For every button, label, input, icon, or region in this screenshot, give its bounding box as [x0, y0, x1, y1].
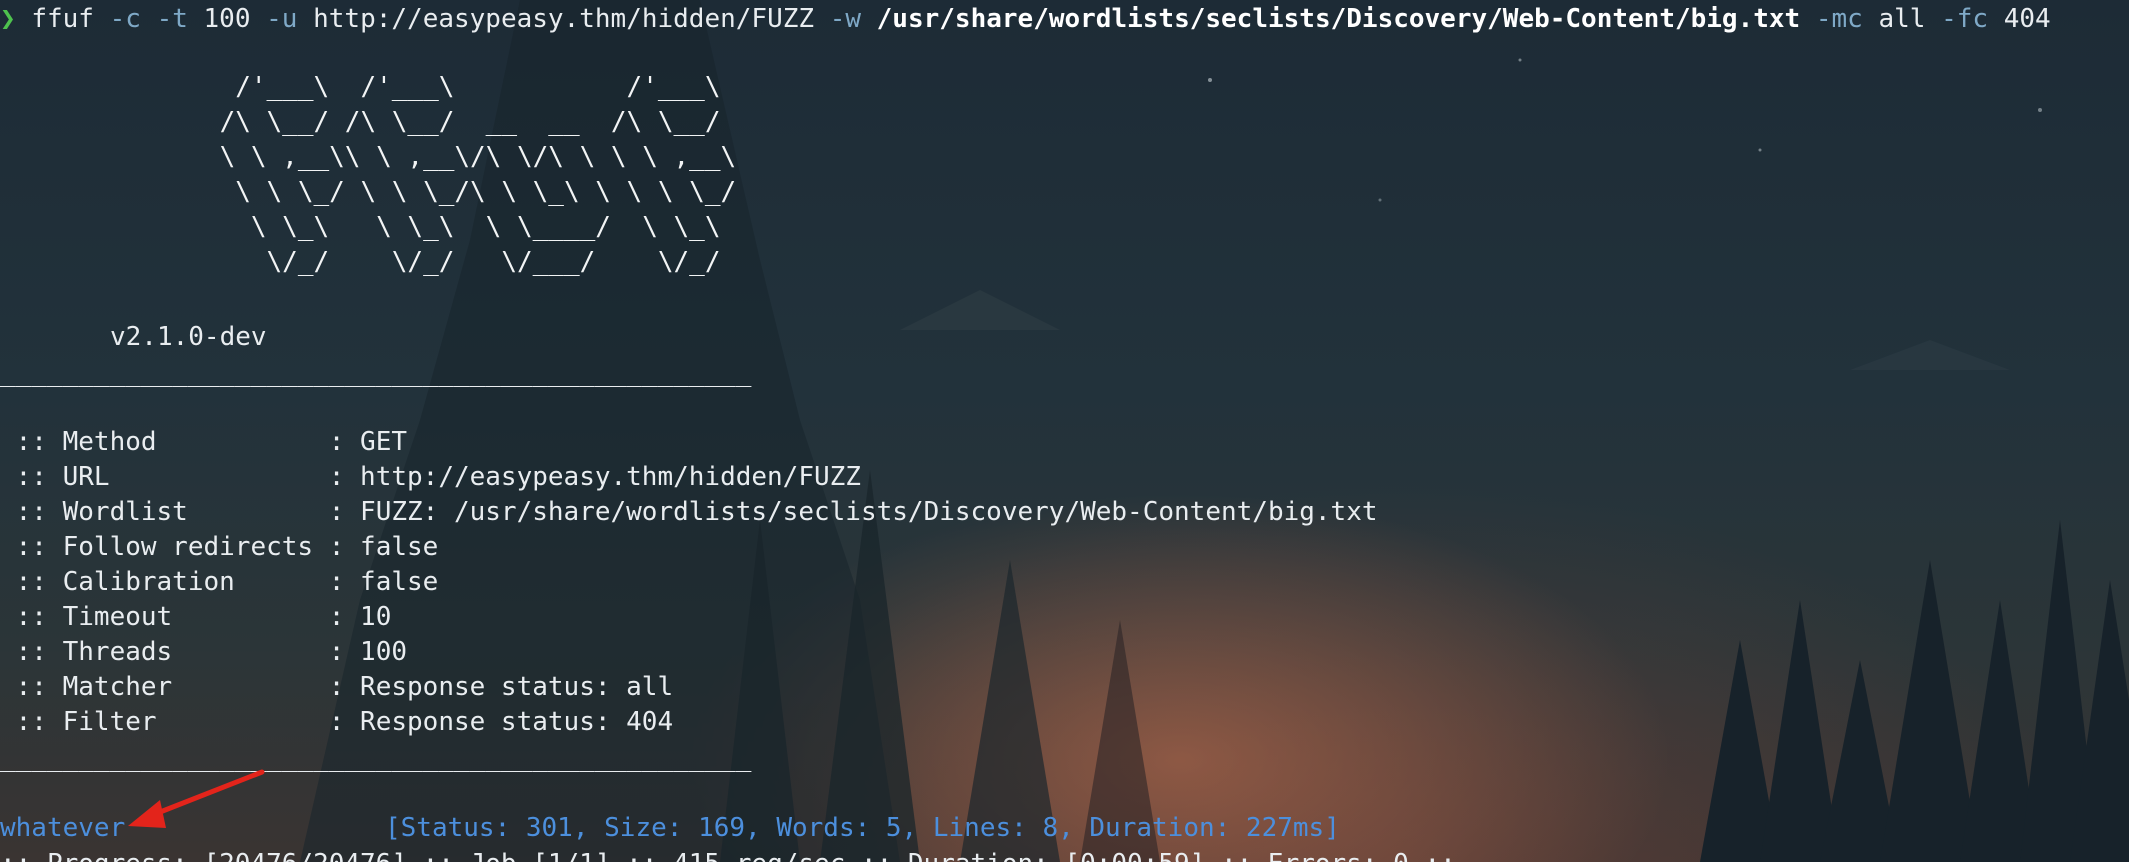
- separator-top: ________________________________________…: [0, 358, 752, 388]
- mc-arg: all: [1878, 4, 1926, 34]
- progress-line: :: Progress: [20476/20476] :: Job [1/1] …: [0, 847, 1456, 862]
- command-line[interactable]: ❯ ffuf -c -t 100 -u http://easypeasy.thm…: [0, 2, 2051, 36]
- config-row-matcher: :: Matcher : Response status: all: [0, 672, 674, 702]
- config-value: 100: [360, 637, 408, 667]
- config-key: :: Matcher: [0, 672, 329, 702]
- result-row[interactable]: whatever: [0, 811, 125, 845]
- wordlist-arg: /usr/share/wordlists/seclists/Discovery/…: [876, 4, 1801, 34]
- config-row-timeout: :: Timeout : 10: [0, 602, 392, 632]
- threads-arg: 100: [203, 4, 251, 34]
- config-key: :: Wordlist: [0, 497, 329, 527]
- config-row-filter: :: Filter : Response status: 404: [0, 707, 674, 737]
- flag-c: -c: [109, 4, 141, 34]
- result-details: [Status: 301, Size: 169, Words: 5, Lines…: [385, 813, 1340, 843]
- config-row-calibration: :: Calibration : false: [0, 567, 439, 597]
- ffuf-ascii-banner: /'___\ /'___\ /'___\ /\ \__/ /\ \__/ __ …: [219, 72, 737, 277]
- config-row-method: :: Method : GET: [0, 427, 408, 457]
- fc-arg: 404: [2003, 4, 2051, 34]
- config-key: :: URL: [0, 462, 329, 492]
- config-row-url: :: URL : http://easypeasy.thm/hidden/FUZ…: [0, 462, 861, 492]
- config-value: http://easypeasy.thm/hidden/FUZZ: [360, 462, 861, 492]
- config-row-follow-redirects: :: Follow redirects : false: [0, 532, 439, 562]
- flag-u: -u: [266, 4, 298, 34]
- config-key: :: Threads: [0, 637, 329, 667]
- config-value: FUZZ: /usr/share/wordlists/seclists/Disc…: [360, 497, 1378, 527]
- config-row-threads: :: Threads : 100: [0, 637, 408, 667]
- config-key: :: Calibration: [0, 567, 329, 597]
- flag-mc: -mc: [1815, 4, 1863, 34]
- config-value: 10: [360, 602, 392, 632]
- flag-t: -t: [156, 4, 188, 34]
- flag-fc: -fc: [1941, 4, 1989, 34]
- url-arg: http://easypeasy.thm/hidden/FUZZ: [313, 4, 815, 34]
- prompt-chevron-icon: ❯: [0, 4, 16, 34]
- result-word[interactable]: whatever: [0, 813, 125, 843]
- version-text: v2.1.0-dev: [110, 322, 267, 352]
- config-key: :: Filter: [0, 707, 329, 737]
- config-key: :: Follow redirects: [0, 532, 329, 562]
- config-value: false: [360, 532, 439, 562]
- config-value: Response status: all: [360, 672, 674, 702]
- separator-bottom: ________________________________________…: [0, 743, 752, 773]
- config-key: :: Timeout: [0, 602, 329, 632]
- terminal-window[interactable]: ❯ ffuf -c -t 100 -u http://easypeasy.thm…: [0, 0, 2129, 862]
- flag-w: -w: [829, 4, 861, 34]
- config-value: GET: [360, 427, 408, 457]
- config-row-wordlist: :: Wordlist : FUZZ: /usr/share/wordlists…: [0, 497, 1378, 527]
- config-value: Response status: 404: [360, 707, 674, 737]
- config-value: false: [360, 567, 439, 597]
- config-key: :: Method: [0, 427, 329, 457]
- command-program: ffuf: [31, 4, 94, 34]
